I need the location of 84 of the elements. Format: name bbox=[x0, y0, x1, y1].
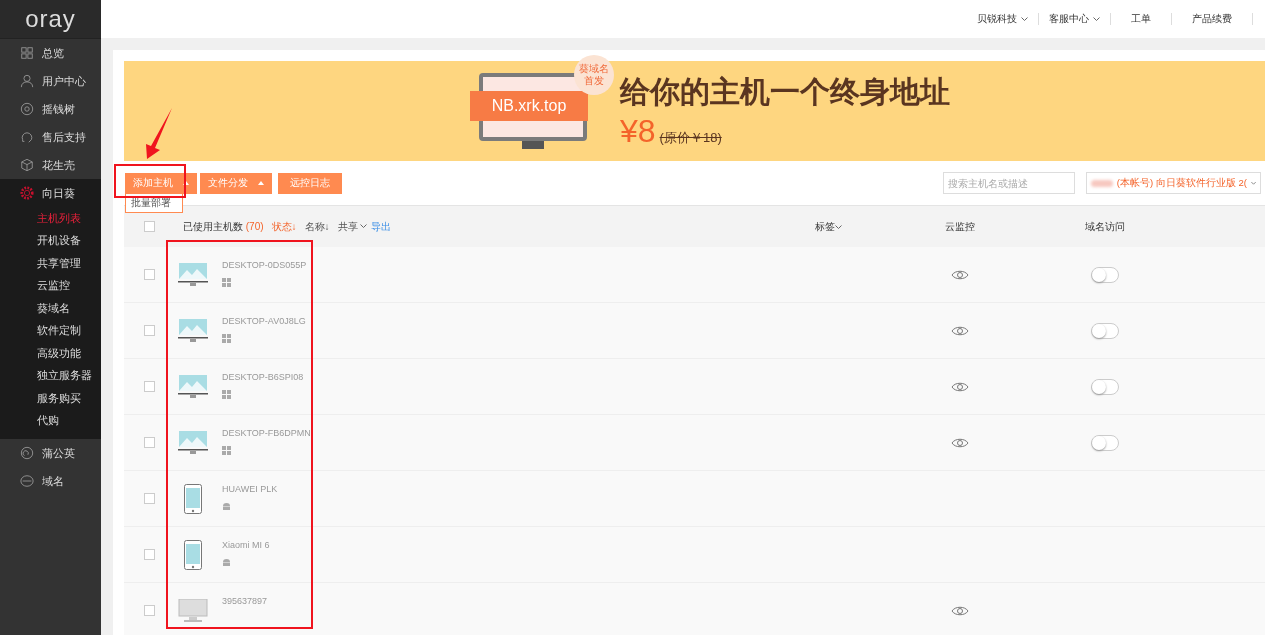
sidebar-subitem[interactable]: 独立服务器 bbox=[0, 364, 101, 387]
user-icon bbox=[20, 74, 34, 88]
top-nav-link[interactable]: 贝锐科技 bbox=[967, 13, 1039, 25]
eye-icon[interactable] bbox=[951, 324, 969, 337]
sidebar-subitem[interactable]: 葵域名 bbox=[0, 297, 101, 320]
row-checkbox[interactable] bbox=[144, 605, 155, 616]
badge: 葵域名首发 bbox=[574, 55, 614, 95]
phone-icon bbox=[184, 539, 202, 570]
windows-icon bbox=[222, 278, 231, 287]
sunflower-icon bbox=[20, 186, 34, 200]
android-icon bbox=[222, 558, 231, 567]
row-checkbox[interactable] bbox=[144, 269, 155, 280]
eye-icon[interactable] bbox=[951, 268, 969, 281]
search-field[interactable]: 搜索主机名或描述 bbox=[943, 172, 1075, 194]
windows-icon bbox=[222, 390, 231, 399]
caret-up-icon bbox=[258, 181, 264, 185]
sidebar-item[interactable]: 售后支持 bbox=[0, 123, 101, 151]
row-checkbox[interactable] bbox=[144, 493, 155, 504]
monitor-icon bbox=[178, 430, 208, 455]
eye-icon[interactable] bbox=[951, 436, 969, 449]
sidebar-item[interactable]: 花生壳 bbox=[0, 151, 101, 179]
toggle-switch[interactable] bbox=[1091, 266, 1119, 283]
sidebar-item[interactable]: 摇钱树 bbox=[0, 95, 101, 123]
sidebar-item[interactable]: 总览 bbox=[0, 39, 101, 67]
toggle-switch[interactable] bbox=[1091, 322, 1119, 339]
chevron-down-icon bbox=[1093, 16, 1100, 22]
sidebar-item[interactable]: 蒲公英 bbox=[0, 439, 101, 467]
row-checkbox[interactable] bbox=[144, 437, 155, 448]
sidebar-subitem[interactable]: 云监控 bbox=[0, 274, 101, 297]
sidebar-subitem[interactable]: 主机列表 bbox=[0, 207, 101, 230]
chevron-down-icon bbox=[359, 224, 367, 229]
grid-icon bbox=[20, 46, 34, 60]
swirl-icon bbox=[20, 446, 34, 460]
sidebar-item[interactable]: 域名 bbox=[0, 467, 101, 495]
monitor-icon bbox=[178, 262, 208, 287]
top-nav-link[interactable]: 产品续费 bbox=[1172, 13, 1253, 25]
chevron-down-icon bbox=[835, 224, 842, 230]
select-all-checkbox[interactable] bbox=[144, 221, 155, 232]
sort-link[interactable]: 共享 bbox=[337, 219, 367, 234]
sidebar-subitem[interactable]: 软件定制 bbox=[0, 319, 101, 342]
sidebar-subitem[interactable]: 高级功能 bbox=[0, 342, 101, 365]
headset-icon bbox=[20, 130, 34, 144]
monitor-icon bbox=[178, 374, 208, 399]
tags-filter[interactable]: 标签 bbox=[815, 219, 895, 234]
sort-link[interactable]: 名称↓ bbox=[304, 219, 330, 234]
highlight-frame bbox=[114, 164, 186, 198]
domain-ribbon: NB.xrk.top bbox=[470, 91, 588, 121]
toggle-switch[interactable] bbox=[1091, 434, 1119, 451]
chevron-down-icon bbox=[1021, 16, 1028, 22]
target-icon bbox=[20, 102, 34, 116]
row-checkbox[interactable] bbox=[144, 381, 155, 392]
eye-icon[interactable] bbox=[951, 604, 969, 617]
windows-icon bbox=[222, 446, 231, 455]
top-nav-link[interactable]: 工单 bbox=[1111, 13, 1172, 25]
cube-icon bbox=[20, 158, 34, 172]
sidebar-subitem[interactable]: 代购 bbox=[0, 409, 101, 432]
price: ¥8 bbox=[620, 113, 656, 150]
android-icon bbox=[222, 502, 231, 511]
globe-icon bbox=[20, 474, 34, 488]
arrow-icon bbox=[146, 108, 172, 159]
sidebar-subitem[interactable]: 服务购买 bbox=[0, 387, 101, 410]
column-header: 云监控 bbox=[944, 219, 976, 234]
original-price: (原价￥18) bbox=[659, 129, 722, 147]
caret-up-icon bbox=[183, 181, 189, 185]
blurred-text bbox=[1091, 179, 1113, 187]
sidebar-item[interactable]: 向日葵 bbox=[0, 179, 101, 207]
row-checkbox[interactable] bbox=[144, 549, 155, 560]
host-count: 已使用主机数 (70) bbox=[183, 219, 264, 234]
toggle-switch[interactable] bbox=[1091, 378, 1119, 395]
dropdown-menu-item[interactable]: 批量部署 bbox=[125, 193, 183, 213]
monitor-icon bbox=[178, 598, 208, 623]
chevron-down-icon bbox=[1250, 180, 1256, 186]
monitor-icon bbox=[178, 318, 208, 343]
sidebar-item[interactable]: 用户中心 bbox=[0, 67, 101, 95]
sidebar-subitem[interactable]: 开机设备 bbox=[0, 229, 101, 252]
phone-icon bbox=[184, 483, 202, 514]
banner-headline: 给你的主机一个终身地址 bbox=[620, 74, 950, 110]
eye-icon[interactable] bbox=[951, 380, 969, 393]
row-checkbox[interactable] bbox=[144, 325, 155, 336]
sidebar-subitem[interactable]: 共享管理 bbox=[0, 252, 101, 275]
column-header: 域名访问 bbox=[1084, 219, 1126, 234]
top-nav-link[interactable]: 客服中心 bbox=[1039, 13, 1111, 25]
windows-icon bbox=[222, 334, 231, 343]
monitor-stand bbox=[522, 141, 544, 149]
